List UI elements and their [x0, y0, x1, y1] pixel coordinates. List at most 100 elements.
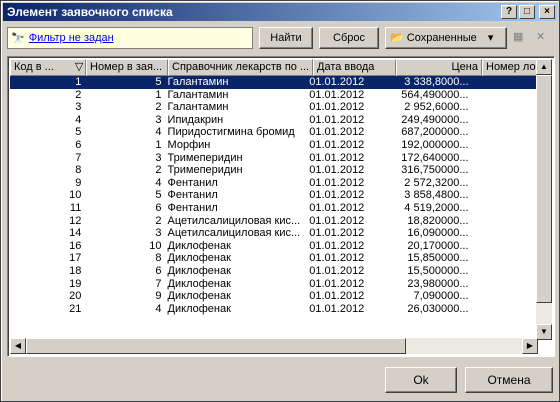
table-row[interactable]: 20 9 Диклофенак 01.01.2012 7,090000... [10, 290, 540, 303]
table-row[interactable]: 8 2 Тримеперидин 01.01.2012 316,750000... [10, 164, 540, 177]
table-cell: 4 [155, 176, 162, 189]
table-row[interactable]: 10 5 Фентанил 01.01.2012 3 858,4800... [10, 189, 540, 202]
table-header: Код в ... ▽ Номер в зая... Справочник ле… [10, 59, 552, 76]
table-row[interactable]: 5 4 Пиридостигмина бромид 01.01.2012 687,200… [10, 126, 540, 139]
scroll-down-button[interactable]: ▼ [536, 324, 552, 340]
table-cell: 9 [155, 290, 162, 303]
table-cell: Диклофенак [167, 302, 231, 315]
saved-button[interactable]: 📂 Сохраненные ▾ [385, 27, 507, 49]
table-cell: 10 [69, 189, 82, 202]
saved-label: Сохраненные [406, 32, 477, 44]
filter-label[interactable]: Фильтр не задан [29, 32, 114, 44]
table-cell: 7,090000... [413, 290, 469, 303]
table-cell [472, 152, 540, 165]
table-cell: 01.01.2012 [309, 290, 365, 303]
table-cell [472, 303, 540, 316]
scroll-right-button[interactable]: ▶ [522, 338, 538, 354]
table-cell: 01.01.2012 [309, 227, 365, 240]
table-row[interactable]: 2 1 Галантамин 01.01.2012 564,490000... [10, 89, 540, 102]
table-row[interactable]: 16 10 Диклофенак 01.01.2012 20,170000... [10, 240, 540, 253]
table-cell: 01.01.2012 [309, 101, 365, 114]
table-cell: 16,090000... [407, 227, 469, 240]
table-cell: 5 [75, 126, 82, 139]
table-cell: 564,490000... [401, 88, 469, 101]
table-row[interactable]: 17 8 Диклофенак 01.01.2012 15,850000... [10, 252, 540, 265]
table-cell: 20,170000... [407, 239, 469, 252]
table-cell: Фентанил [167, 189, 218, 202]
column-header-code[interactable]: Код в ... ▽ [10, 59, 86, 76]
table-cell: 6 [155, 264, 162, 277]
table-cell: Галантамин [167, 88, 229, 101]
table-cell [472, 189, 540, 202]
table-cell: 3 338,8000... [404, 76, 469, 88]
table-cell: 2 [75, 88, 82, 101]
table-cell: Фентанил [167, 201, 218, 214]
table-cell: 01.01.2012 [309, 76, 365, 88]
filter-field[interactable]: 🔭 Фильтр не задан [7, 27, 253, 49]
table-cell: 21 [69, 302, 82, 315]
table-row[interactable]: 14 3 Ацетилсалициловая кис... 01.01.2012 16,… [10, 227, 540, 240]
table-cell: 5 [155, 76, 162, 88]
table-cell: 4 [75, 113, 82, 126]
dropdown-arrow-icon: ▾ [487, 32, 494, 44]
table-cell: 01.01.2012 [309, 277, 365, 290]
table-cell [472, 278, 540, 291]
table-cell [472, 139, 540, 152]
vertical-scroll-thumb[interactable] [536, 75, 552, 303]
table-cell: 687,200000... [401, 126, 469, 139]
table-cell [472, 215, 540, 228]
table-cell: 6 [155, 201, 162, 214]
table-cell: 192,000000... [401, 138, 469, 151]
table-cell [472, 290, 540, 303]
ok-button[interactable]: Ok [385, 367, 457, 393]
table-cell [472, 101, 540, 114]
table-row[interactable]: 3 2 Галантамин 01.01.2012 2 952,6000... [10, 101, 540, 114]
table-row[interactable]: 21 4 Диклофенак 01.01.2012 26,030000... [10, 303, 540, 316]
table-row[interactable]: 9 4 Фентанил 01.01.2012 2 572,3200... [10, 177, 540, 190]
table-cell: 16 [69, 239, 82, 252]
table-cell: 23,980000... [407, 277, 469, 290]
table-row[interactable]: 4 3 Ипидакрин 01.01.2012 249,490000... [10, 114, 540, 127]
table-cell [472, 265, 540, 278]
table-cell: Морфин [167, 138, 211, 151]
table-cell: 10 [149, 239, 162, 252]
table-row[interactable]: 6 1 Морфин 01.01.2012 192,000000... [10, 139, 540, 152]
save-filter-icon[interactable]: ▦ [513, 30, 523, 43]
title-bar: Элемент заявочного списка ? □ × [3, 3, 557, 21]
maximize-button[interactable]: □ [519, 5, 535, 19]
cancel-button[interactable]: Отмена [465, 367, 553, 393]
table-cell: 2 952,6000... [404, 101, 469, 114]
column-header-price[interactable]: Цена [396, 59, 482, 76]
table-cell: 2 [155, 101, 162, 114]
delete-icon[interactable]: ✕ [536, 30, 545, 43]
table-cell: 1 [75, 76, 82, 88]
vertical-scrollbar[interactable]: ▲ ▼ [536, 59, 552, 340]
table-cell: 2 [155, 164, 162, 177]
table-cell: 4 [155, 126, 162, 139]
table-cell: 20 [69, 290, 82, 303]
reset-button[interactable]: Сброс [319, 27, 379, 49]
column-header-date[interactable]: Дата ввода [313, 59, 396, 76]
help-button[interactable]: ? [501, 5, 517, 19]
column-header-drug[interactable]: Справочник лекарств по ... [168, 59, 313, 76]
table-cell: 01.01.2012 [309, 176, 365, 189]
table-cell: 3 [155, 113, 162, 126]
table-cell: 01.01.2012 [309, 113, 365, 126]
close-button[interactable]: × [539, 5, 555, 19]
table-row[interactable]: 19 7 Диклофенак 01.01.2012 23,980000... [10, 278, 540, 291]
find-button[interactable]: Найти [259, 27, 313, 49]
scroll-left-button[interactable]: ◀ [10, 338, 26, 354]
scroll-up-button[interactable]: ▲ [536, 59, 552, 75]
column-header-number[interactable]: Номер в зая... [86, 59, 168, 76]
table-row[interactable]: 18 6 Диклофенак 01.01.2012 15,500000... [10, 265, 540, 278]
table-row[interactable]: 1 5 Галантамин 01.01.2012 3 338,8000... [10, 76, 540, 89]
table-cell: Диклофенак [167, 239, 231, 252]
table-cell: Пиридостигмина бромид [167, 126, 295, 139]
table-row[interactable]: 12 2 Ацетилсалициловая кис... 01.01.2012 18,… [10, 215, 540, 228]
table-cell: 1 [155, 88, 162, 101]
horizontal-scrollbar[interactable]: ◀ ▶ [10, 338, 538, 354]
table-row[interactable]: 11 6 Фентанил 01.01.2012 4 519,2000... [10, 202, 540, 215]
table-cell: 01.01.2012 [309, 264, 365, 277]
horizontal-scroll-thumb[interactable] [26, 338, 406, 354]
table-row[interactable]: 7 3 Тримеперидин 01.01.2012 172,640000... [10, 152, 540, 165]
